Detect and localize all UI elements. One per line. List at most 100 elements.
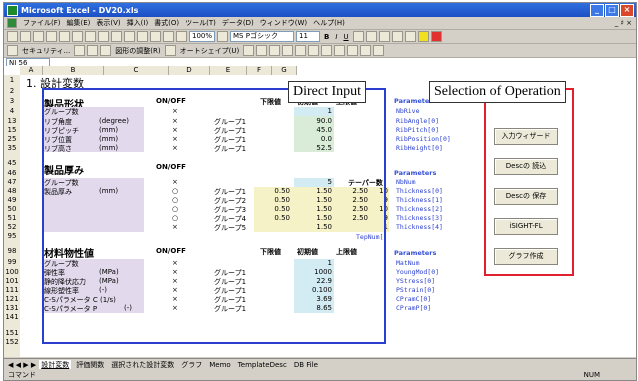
menu-format[interactable]: 書式(O) <box>154 18 179 28</box>
maximize-button[interactable]: □ <box>605 3 619 17</box>
row-header[interactable]: 3 <box>4 97 20 105</box>
sort-asc-icon[interactable] <box>150 31 161 42</box>
row-header[interactable]: 151 <box>4 329 20 337</box>
chart-icon[interactable] <box>176 31 187 42</box>
new-icon[interactable] <box>7 31 18 42</box>
tab-graph[interactable]: グラフ <box>179 360 204 370</box>
pointer-icon[interactable] <box>7 45 18 56</box>
fill-color-icon[interactable] <box>417 31 429 42</box>
rectangle-icon[interactable] <box>269 45 281 56</box>
row-header[interactable]: 99 <box>4 258 20 266</box>
clipart-icon[interactable] <box>321 45 333 56</box>
menu-file[interactable]: ファイル(F) <box>23 18 61 28</box>
close-button[interactable]: × <box>620 3 634 17</box>
select-object-icon[interactable] <box>164 45 176 56</box>
row-header[interactable]: 51 <box>4 214 20 222</box>
minimize-button[interactable]: _ <box>590 3 604 17</box>
workbook-controls[interactable]: _ ♯ × <box>615 19 632 27</box>
row-header[interactable]: 47 <box>4 178 20 186</box>
open-icon[interactable] <box>20 31 31 42</box>
column-header[interactable]: B <box>43 66 104 75</box>
align-center-icon[interactable] <box>365 31 377 42</box>
isight-fl-button[interactable]: iSIGHT-FL <box>494 218 558 235</box>
save-desc-button[interactable]: Descの 保存 <box>494 188 558 205</box>
worksheet[interactable]: A B C D E F G 1 2 3 4 13 15 25 35 45 46 … <box>4 66 636 357</box>
row-header[interactable]: 1 <box>4 76 20 84</box>
tab-db-file[interactable]: DB File <box>292 361 320 369</box>
row-header[interactable]: 35 <box>4 144 20 152</box>
row-header[interactable]: 121 <box>4 295 20 303</box>
underline-button[interactable]: U <box>341 33 350 41</box>
draw-menu[interactable]: 図形の調整(R) <box>113 46 162 56</box>
menu-view[interactable]: 表示(V) <box>96 18 120 28</box>
sum-icon[interactable] <box>137 31 148 42</box>
tab-design-variables[interactable]: 設計変数 <box>39 359 72 370</box>
redo-icon[interactable] <box>124 31 135 42</box>
row-header[interactable]: 13 <box>4 117 20 125</box>
row-header[interactable]: 101 <box>4 277 20 285</box>
line-color-icon[interactable] <box>347 45 359 56</box>
row-header[interactable]: 95 <box>4 232 20 240</box>
row-header[interactable]: 46 <box>4 169 20 177</box>
autoshape-menu[interactable]: オートシェイプ(U) <box>178 46 242 56</box>
textbox-icon[interactable] <box>295 45 307 56</box>
row-header[interactable]: 152 <box>4 338 20 346</box>
security-button[interactable]: セキュリティ... <box>20 46 72 56</box>
row-header[interactable]: 131 <box>4 304 20 312</box>
align-left-icon[interactable] <box>352 31 364 42</box>
input-wizard-button[interactable]: 入力ウィザード <box>494 128 558 145</box>
row-header[interactable]: 141 <box>4 313 20 321</box>
column-header[interactable]: C <box>104 66 169 75</box>
column-header[interactable]: F <box>247 66 272 75</box>
line-icon[interactable] <box>243 45 255 56</box>
row-header[interactable]: 50 <box>4 205 20 213</box>
menu-window[interactable]: ウィンドウ(W) <box>260 18 307 28</box>
font-color-icon[interactable] <box>430 31 442 42</box>
picture-icon[interactable] <box>334 45 346 56</box>
row-header[interactable]: 100 <box>4 268 20 276</box>
print-icon[interactable] <box>46 31 57 42</box>
row-header[interactable]: 2 <box>4 87 20 95</box>
row-header[interactable]: 49 <box>4 196 20 204</box>
column-header[interactable]: D <box>169 66 210 75</box>
italic-button[interactable]: I <box>333 33 339 41</box>
bold-button[interactable]: B <box>322 33 331 41</box>
help-icon[interactable] <box>217 31 229 42</box>
arrow-icon[interactable] <box>256 45 268 56</box>
row-header[interactable]: 15 <box>4 126 20 134</box>
column-header[interactable]: E <box>210 66 247 75</box>
tab-evaluation-function[interactable]: 評価関数 <box>74 360 106 370</box>
zoom-select[interactable]: 100% <box>189 31 216 42</box>
align-right-icon[interactable] <box>378 31 390 42</box>
merge-icon[interactable] <box>391 31 403 42</box>
vb-icon[interactable] <box>100 45 112 56</box>
shadow-icon[interactable] <box>360 45 372 56</box>
column-header[interactable]: G <box>272 66 297 75</box>
3d-icon[interactable] <box>373 45 385 56</box>
preview-icon[interactable] <box>59 31 70 42</box>
row-header[interactable]: 4 <box>4 107 20 115</box>
row-header[interactable]: 25 <box>4 135 20 143</box>
menu-tools[interactable]: ツール(T) <box>185 18 216 28</box>
copy-icon[interactable] <box>85 31 96 42</box>
graph-create-button[interactable]: グラフ作成 <box>494 248 558 265</box>
font-size-select[interactable]: 11 <box>296 31 321 42</box>
sort-desc-icon[interactable] <box>163 31 174 42</box>
tab-template-desc[interactable]: TemplateDesc <box>236 361 289 369</box>
row-header[interactable]: 111 <box>4 286 20 294</box>
wordart-icon[interactable] <box>308 45 320 56</box>
row-header[interactable]: 45 <box>4 159 20 167</box>
control-icon[interactable] <box>74 45 86 56</box>
menu-help[interactable]: ヘルプ(H) <box>313 18 345 28</box>
row-header[interactable]: 52 <box>4 223 20 231</box>
menu-data[interactable]: データ(D) <box>222 18 254 28</box>
font-select[interactable]: MS Pゴシック <box>230 31 295 42</box>
row-header[interactable]: 98 <box>4 247 20 255</box>
cut-icon[interactable] <box>72 31 83 42</box>
column-header[interactable]: A <box>20 66 43 75</box>
undo-icon[interactable] <box>111 31 122 42</box>
paste-icon[interactable] <box>98 31 109 42</box>
tab-memo[interactable]: Memo <box>207 361 232 369</box>
tab-nav-icon[interactable]: ◀ ◀ ▶ ▶ <box>8 361 36 369</box>
save-icon[interactable] <box>33 31 44 42</box>
